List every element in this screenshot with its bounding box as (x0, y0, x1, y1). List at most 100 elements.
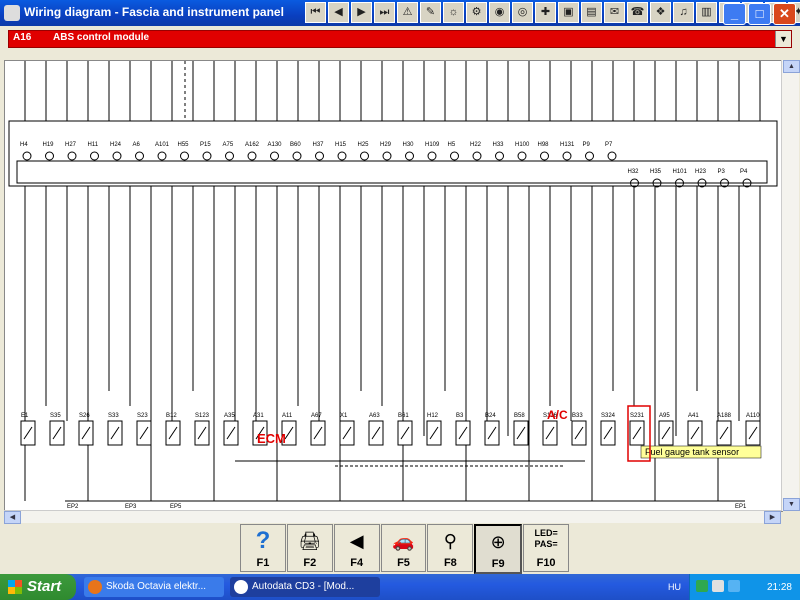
instrument-h109[interactable]: H109 (425, 142, 440, 161)
instrument-h35[interactable]: H35 (650, 169, 662, 188)
component-s33[interactable]: S33 (107, 413, 123, 446)
component-x1[interactable]: X1 (339, 413, 355, 446)
instrument-h25[interactable]: H25 (358, 142, 370, 161)
instrument-p3[interactable]: P3 (718, 169, 729, 188)
tool-icon[interactable]: ❖ (650, 2, 671, 23)
component-b3[interactable]: B3 (455, 413, 471, 446)
next-icon[interactable]: ▶ (351, 2, 372, 23)
prev-icon[interactable]: ◀ (328, 2, 349, 23)
instrument-h55[interactable]: H55 (178, 142, 190, 161)
function-key-f2[interactable]: 🖨 F2 (286, 524, 333, 572)
chevron-down-icon[interactable]: ▼ (775, 31, 791, 47)
instrument-h27[interactable]: H27 (65, 142, 77, 161)
last-icon[interactable]: ⏭ (374, 2, 395, 23)
scroll-right-icon[interactable]: ▶ (764, 511, 781, 524)
start-button[interactable]: Start (0, 574, 76, 600)
tool-icon[interactable]: ✎ (420, 2, 441, 23)
scroll-left-icon[interactable]: ◀ (4, 511, 21, 524)
instrument-h15[interactable]: H15 (335, 142, 347, 161)
tray-icon-1[interactable] (696, 580, 708, 592)
instrument-h37[interactable]: H37 (313, 142, 325, 161)
component-b33[interactable]: B33 (571, 413, 587, 446)
tool-icon[interactable]: ✚ (535, 2, 556, 23)
tool-icon[interactable]: ◉ (489, 2, 510, 23)
component-a35[interactable]: A35 (223, 413, 239, 446)
component-b24[interactable]: B24 (484, 413, 500, 446)
component-a95[interactable]: A95 (658, 413, 674, 446)
instrument-h5[interactable]: H5 (448, 142, 459, 161)
maximize-button[interactable]: □ (748, 3, 771, 25)
component-select[interactable]: A16 ABS control module ▼ (8, 30, 792, 48)
component-a188[interactable]: A188 (716, 413, 732, 446)
tool-icon[interactable]: ▣ (558, 2, 579, 23)
instrument-b60[interactable]: B60 (290, 142, 302, 161)
instrument-p7[interactable]: P7 (605, 142, 617, 161)
function-key-f8[interactable]: ⚲ F8 (427, 524, 474, 572)
tool-icon[interactable]: ◎ (512, 2, 533, 23)
scroll-down-icon[interactable]: ▼ (783, 498, 800, 511)
instrument-p9[interactable]: P9 (583, 142, 594, 161)
app-icon[interactable] (4, 5, 20, 21)
title-bar[interactable]: Wiring diagram - Fascia and instrument p… (0, 0, 800, 26)
instrument-h33[interactable]: H33 (493, 142, 505, 161)
warning-icon[interactable]: ⚠ (397, 2, 418, 23)
instrument-h30[interactable]: H30 (403, 142, 415, 161)
function-key-f4[interactable]: ◀ F4 (333, 524, 380, 572)
component-b12[interactable]: B12 (165, 413, 181, 446)
instrument-h131[interactable]: H131 (560, 142, 575, 161)
instrument-h22[interactable]: H22 (470, 142, 482, 161)
instrument-h98[interactable]: H98 (538, 142, 550, 161)
instrument-a75[interactable]: A75 (223, 142, 234, 161)
function-key-f5[interactable]: 🚗 F5 (380, 524, 427, 572)
component-a110[interactable]: A110 (745, 413, 761, 446)
component-s23[interactable]: S23 (136, 413, 152, 446)
instrument-a6[interactable]: A6 (133, 142, 144, 161)
component-a67[interactable]: A67 (310, 413, 326, 446)
component-s324[interactable]: S324 (600, 413, 616, 446)
wiring-diagram-svg[interactable]: H4 H19 H27 H11 H24 A6 A101 H55 P15 A75 A162 A130 B60… (5, 61, 782, 511)
component-s35[interactable]: S35 (49, 413, 65, 446)
function-key-f9[interactable]: ⊕ F9 (474, 524, 523, 574)
instrument-p15[interactable]: P15 (200, 142, 212, 161)
instrument-a162[interactable]: A162 (245, 142, 260, 161)
tool-icon[interactable]: ♫ (673, 2, 694, 23)
taskbar-item[interactable]: Autodata CD3 - [Mod... (230, 577, 380, 597)
tool-icon[interactable]: ✉ (604, 2, 625, 23)
instrument-h4[interactable]: H4 (20, 142, 32, 161)
wiring-diagram[interactable]: H4 H19 H27 H11 H24 A6 A101 H55 P15 A75 A162 A130 B60… (4, 60, 783, 512)
instrument-p4[interactable]: P4 (740, 169, 752, 188)
function-key-f1[interactable]: ? F1 (240, 524, 286, 572)
tool-icon[interactable]: ☎ (627, 2, 648, 23)
horizontal-scrollbar[interactable]: ◀ ▶ (4, 510, 781, 524)
scroll-up-icon[interactable]: ▲ (783, 60, 800, 73)
vertical-scrollbar[interactable]: ▲ ▼ (781, 60, 800, 511)
instrument-h11[interactable]: H11 (88, 142, 99, 161)
instrument-h100[interactable]: H100 (515, 142, 530, 161)
close-button[interactable]: ✕ (773, 3, 796, 25)
instrument-a101[interactable]: A101 (155, 142, 170, 161)
instrument-h24[interactable]: H24 (110, 142, 122, 161)
component-h12[interactable]: H12 (426, 413, 442, 446)
component-a41[interactable]: A41 (687, 413, 703, 446)
minimize-button[interactable]: _ (723, 3, 746, 25)
function-key-f10[interactable]: LED= PAS= F10 (523, 524, 570, 572)
instrument-h32[interactable]: H32 (628, 169, 640, 188)
tray-icon-3[interactable] (728, 580, 740, 592)
component-s231[interactable]: S231 (629, 413, 645, 446)
language-indicator[interactable]: HU (668, 582, 681, 592)
instrument-a130[interactable]: A130 (268, 142, 283, 161)
taskbar-item[interactable]: Skoda Octavia elektr... (84, 577, 224, 597)
component-a63[interactable]: A63 (368, 413, 384, 446)
tray-icon-2[interactable] (712, 580, 724, 592)
tool-icon[interactable]: ▥ (696, 2, 717, 23)
component-s123[interactable]: S123 (194, 413, 210, 446)
instrument-h29[interactable]: H29 (380, 142, 392, 161)
component-s26[interactable]: S26 (78, 413, 94, 446)
tool-icon[interactable]: ☼ (443, 2, 464, 23)
instrument-h101[interactable]: H101 (673, 169, 688, 188)
tool-icon[interactable]: ⚙ (466, 2, 487, 23)
instrument-h19[interactable]: H19 (43, 142, 55, 161)
component-b58[interactable]: B58 (513, 413, 529, 446)
component-b61[interactable]: B61 (397, 413, 413, 446)
first-icon[interactable]: ⏮ (305, 2, 326, 23)
